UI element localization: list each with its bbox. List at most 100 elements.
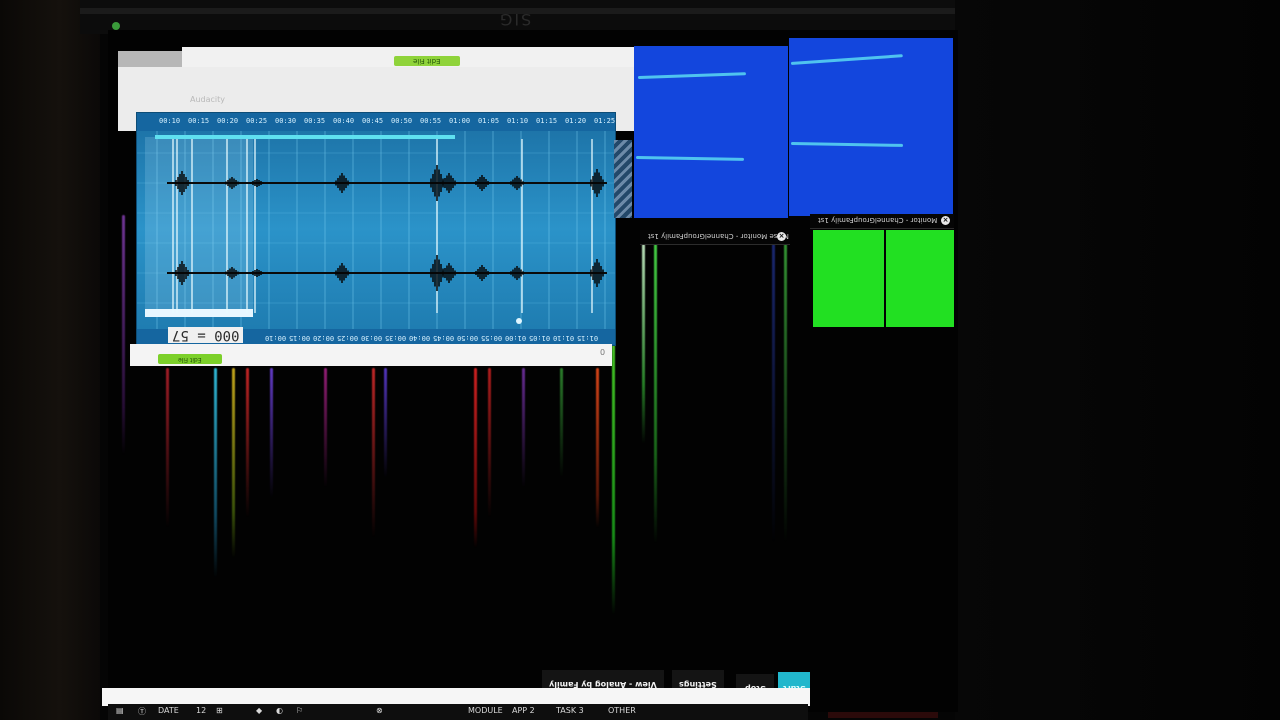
monitor-bezel-left	[0, 0, 100, 720]
streak	[784, 244, 787, 544]
room-background	[955, 0, 1280, 720]
timeline-bottom-tick-label: 00:35	[385, 334, 407, 342]
timeline-tick-label: 00:25	[246, 117, 268, 125]
monitor-title-right-text: Monitor - ChannelGroupFamily 1st	[818, 216, 938, 224]
timeline-bottom-tick-label: 00:50	[457, 334, 479, 342]
signal-line	[790, 54, 903, 65]
signal-line	[637, 72, 746, 79]
timeline-tick-label: 00:30	[275, 117, 297, 125]
streak	[654, 244, 657, 544]
flag-icon[interactable]: ⚐	[296, 706, 303, 715]
scroll-handle[interactable]	[614, 140, 632, 218]
timeline-tick-label: 00:45	[362, 117, 384, 125]
progress-bar	[155, 135, 455, 139]
status-pill-bottom[interactable]: Edit File	[158, 354, 222, 364]
streak	[232, 368, 235, 558]
green-monitor-tile-left[interactable]	[813, 230, 884, 327]
taskbar-num: 12	[196, 706, 207, 715]
timeline-tick-label: 01:25	[594, 117, 616, 125]
window-bottom-bar: Edit File 0	[130, 344, 612, 366]
app-icon[interactable]: ⊗	[376, 706, 383, 715]
timeline-bottom-tick-label: 00:55	[481, 334, 503, 342]
app-icon[interactable]: ◆	[256, 706, 262, 715]
timeline-bottom-tick-label: 01:00	[505, 334, 527, 342]
timeline-tick-label: 00:15	[188, 117, 210, 125]
signal-line	[790, 142, 904, 147]
monitor-title-left: Noise Monitor - ChannelGroupFamily 1st	[648, 232, 789, 240]
timeline-tick-label: 00:50	[391, 117, 413, 125]
timeline-bottom-tick-label: 01:10	[553, 334, 575, 342]
close-icon[interactable]: ×	[777, 232, 786, 241]
time-counter: 000 = 57	[168, 327, 244, 343]
streak	[214, 368, 217, 578]
streak	[772, 244, 775, 544]
blue-monitor-tile-left[interactable]	[634, 46, 788, 218]
waveform-graphic	[137, 131, 615, 329]
timeline-tick-label: 01:10	[507, 117, 529, 125]
streak	[488, 368, 491, 518]
window-top-bar: Edit File	[182, 47, 634, 67]
green-monitor-tile-right[interactable]	[886, 230, 954, 327]
streak	[270, 368, 273, 498]
windows-icon[interactable]: ⊞	[216, 706, 223, 715]
taskbar-tray	[828, 712, 938, 718]
timeline-bottom-tick-label: 01:05	[529, 334, 551, 342]
taskbar-other[interactable]: OTHER	[608, 706, 636, 715]
timeline-tick-label: 00:10	[159, 117, 181, 125]
streak	[596, 368, 599, 528]
selection-region[interactable]	[145, 137, 253, 317]
timeline-bottom-tick-label: 00:30	[361, 334, 383, 342]
timeline-bottom-tick-label: 00:25	[337, 334, 359, 342]
timeline-bottom-tick-label: 00:20	[313, 334, 335, 342]
monitor-bezel-top: SIG	[80, 0, 960, 34]
streak	[324, 368, 327, 488]
blue-monitor-tile-right[interactable]	[789, 38, 953, 216]
app-title: SIG	[498, 10, 532, 29]
taskbar-task-3[interactable]: TASK 3	[556, 706, 584, 715]
timeline-tick-label: 00:35	[304, 117, 326, 125]
status-pill-bottom-label: Edit File	[178, 356, 202, 363]
streak	[372, 368, 375, 538]
status-pill[interactable]: Edit File	[394, 56, 460, 66]
time-counter-value: 000 = 57	[172, 327, 240, 343]
taskbar-app-2[interactable]: APP 2	[512, 706, 535, 715]
timeline-bottom-tick-label: 00:40	[409, 334, 431, 342]
monitor-titlebar-left[interactable]: Noise Monitor - ChannelGroupFamily 1st ×	[640, 230, 790, 245]
taskbar-date: DATE	[158, 706, 179, 715]
timeline-tick-label: 01:15	[536, 117, 558, 125]
selection-bar[interactable]	[145, 309, 253, 317]
streak	[474, 368, 477, 548]
start-menu-icon[interactable]: ▤	[116, 706, 124, 715]
monitor-titlebar-right[interactable]: Monitor - ChannelGroupFamily 1st ×	[810, 214, 954, 229]
timeline-tick-label: 00:20	[217, 117, 239, 125]
monitor-title-right: Monitor - ChannelGroupFamily 1st	[818, 216, 937, 224]
bottom-right-value: 0	[600, 348, 606, 357]
timeline-tick-label: 01:05	[478, 117, 500, 125]
streak	[642, 244, 645, 444]
app-icon	[112, 22, 120, 30]
signal-line	[635, 156, 745, 161]
app-icon[interactable]: ◐	[276, 706, 283, 715]
playhead-knob[interactable]	[516, 318, 522, 324]
streak	[560, 368, 563, 478]
timeline-tick-label: 01:20	[565, 117, 587, 125]
waveform-panel[interactable]: 00:10 00:15 00:20 00:25 00:30 00:35 00:40 00:45…	[136, 112, 616, 346]
timeline-tick-label: 00:40	[333, 117, 355, 125]
streak	[384, 368, 387, 478]
timeline-bottom-tick-label: 00:10	[265, 334, 287, 342]
monitor-title-left-text: Noise Monitor - ChannelGroupFamily 1st	[648, 232, 789, 240]
streak	[166, 368, 169, 528]
window-title: Audacity	[190, 95, 226, 104]
status-pill-label: Edit File	[413, 57, 441, 65]
timeline-bottom-tick-label: 00:15	[289, 334, 311, 342]
close-icon[interactable]: ×	[941, 216, 950, 225]
streak	[246, 368, 249, 518]
taskbar-module[interactable]: MODULE	[468, 706, 503, 715]
streak	[522, 368, 525, 488]
timeline-bottom-tick-label: 01:15	[577, 334, 599, 342]
photo-of-monitor: SIG Edit File Audacity 00:10 00:15 00:20…	[0, 0, 1280, 720]
timeline-tick-label: 00:55	[420, 117, 442, 125]
task-view-icon[interactable]: Ⓣ	[138, 706, 146, 717]
timeline-bottom-tick-label: 00:45	[433, 334, 455, 342]
taskbar: ▤ Ⓣ DATE 12 ⊞ ◆ ◐ ⚐ ⊗ MODULE APP 2 TASK …	[108, 704, 808, 720]
